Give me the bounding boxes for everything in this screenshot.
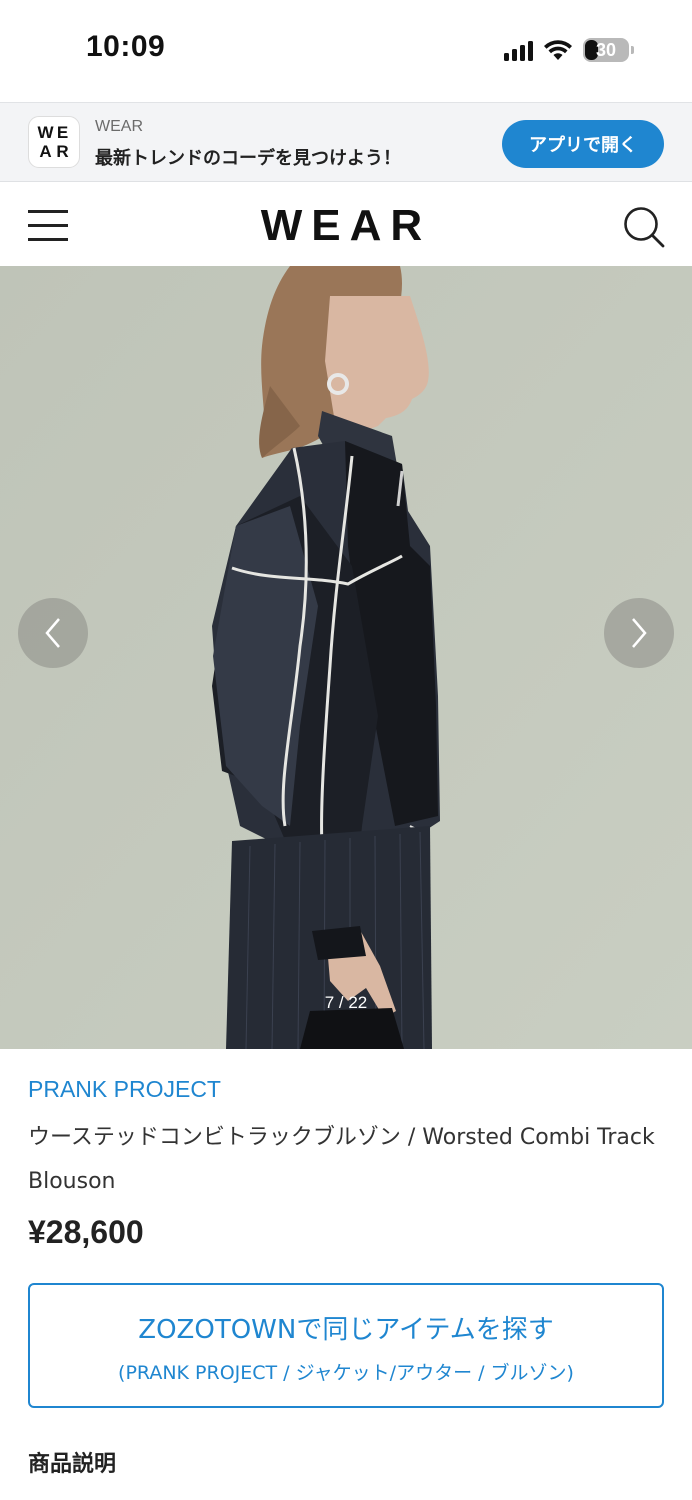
open-in-app-button[interactable]: アプリで開く <box>502 120 664 168</box>
carousel-next-button[interactable] <box>604 598 674 668</box>
wear-app-logo: W E A R <box>28 116 80 168</box>
product-photo <box>0 266 692 1049</box>
image-counter: 7 / 22 <box>324 993 368 1012</box>
app-install-banner: W E A R WEAR 最新トレンドのコーデを見つけよう！ アプリで開く <box>0 102 692 182</box>
status-time: 10:09 <box>86 30 166 63</box>
product-name: ウーステッドコンビトラックブルゾン / Worsted Combi Track … <box>28 1125 655 1194</box>
status-bar: 10:09 30 <box>0 0 692 102</box>
description-heading: 商品説明 <box>28 1452 117 1477</box>
banner-subtitle: WEAR <box>95 118 143 135</box>
chevron-right-icon <box>632 618 647 648</box>
product-image-carousel[interactable]: 7 / 22 <box>0 266 692 1049</box>
battery-icon: 30 <box>583 38 629 62</box>
status-icons: 30 <box>504 38 634 62</box>
carousel-prev-button[interactable] <box>18 598 88 668</box>
wear-logo[interactable]: WEAR <box>0 201 692 251</box>
search-icon[interactable] <box>622 205 666 249</box>
zozotown-button-category: (PRANK PROJECT / ジャケット/アウター / ブルゾン) <box>118 1362 574 1384</box>
cellular-signal-icon <box>504 39 533 61</box>
wifi-icon <box>544 40 572 60</box>
chevron-left-icon <box>45 618 60 648</box>
search-zozotown-button[interactable]: ZOZOTOWNで同じアイテムを探す (PRANK PROJECT / ジャケッ… <box>28 1283 664 1408</box>
zozotown-button-title: ZOZOTOWNで同じアイテムを探す <box>138 1315 554 1345</box>
brand-link[interactable]: PRANK PROJECT <box>28 1076 221 1103</box>
banner-message: 最新トレンドのコーデを見つけよう！ <box>95 148 401 169</box>
product-price: ¥28,600 <box>28 1214 144 1250</box>
battery-level: 30 <box>595 39 617 60</box>
site-header: WEAR <box>0 183 692 267</box>
